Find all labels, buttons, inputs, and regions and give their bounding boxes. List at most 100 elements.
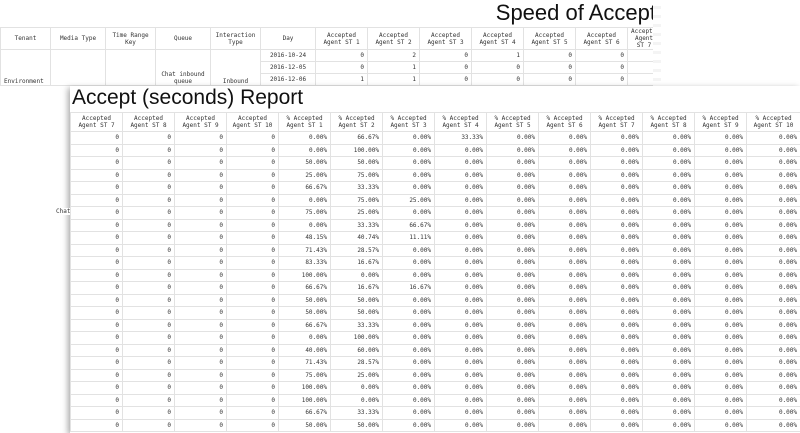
front-header-row: Accepted Agent ST 7 Accepted Agent ST 8 Ac… [70, 112, 800, 132]
table-cell: 0 [122, 306, 175, 320]
table-cell: 0.00% [746, 206, 800, 220]
table-cell: 0.00% [642, 193, 695, 207]
table-cell: 0 [523, 73, 576, 86]
table-cell: 0.00% [694, 231, 747, 245]
table-cell: 0.00% [590, 193, 643, 207]
table-cell: 0 [122, 231, 175, 245]
column-header: Accepted Agent ST 10 [226, 112, 279, 132]
table-row: 0 0 0 0 75.00% 25.00% 0.00% 0.00% 0.00% 0.00% 0.00… [70, 206, 800, 220]
table-cell: 0 [419, 61, 472, 74]
table-cell: 0.00% [746, 168, 800, 182]
time-range-cell [105, 49, 156, 86]
table-cell: 0 [174, 243, 227, 257]
table-cell: 0.00% [278, 143, 331, 157]
table-cell: 0 [174, 406, 227, 420]
column-header: Accepted Agent ST 2 [367, 27, 420, 50]
table-cell: 0.00% [590, 143, 643, 157]
table-cell: 1 [471, 49, 524, 62]
table-cell: 0.00% [746, 281, 800, 295]
table-cell: 0.00% [694, 193, 747, 207]
table-cell: 0 [575, 73, 628, 86]
table-cell: 0 [174, 281, 227, 295]
table-cell: 0.00% [694, 131, 747, 145]
table-cell: 0 [174, 356, 227, 370]
table-cell: 0 [226, 393, 279, 407]
table-cell: 0 [471, 73, 524, 86]
front-table-body: 0 0 0 0 0.00% 66.67% 0.00% 33.33% 0.00% 0.00% 0.00… [70, 131, 800, 432]
tenant-cell: Environment [0, 49, 51, 86]
table-cell: 0.00% [694, 218, 747, 232]
table-cell: 0.00% [434, 243, 487, 257]
table-cell: 0.00% [486, 143, 539, 157]
table-cell: 0.00% [382, 181, 435, 195]
table-cell: 0.00% [746, 343, 800, 357]
table-cell: 0.00% [382, 331, 435, 345]
table-cell: 0 [174, 256, 227, 270]
table-cell: 0.00% [278, 331, 331, 345]
column-header: Queue [155, 27, 211, 50]
table-cell: 0.00% [694, 206, 747, 220]
table-cell: 0 [226, 143, 279, 157]
table-row: 0 0 0 0 0.00% 100.00% 0.00% 0.00% 0.00% 0.00% 0.00… [70, 143, 800, 157]
table-cell: 0.00% [434, 181, 487, 195]
table-cell: 0.00% [642, 393, 695, 407]
back-header-row: Tenant Media Type Time Range Key Queue Inter… [0, 27, 661, 50]
table-cell: 0.00% [486, 356, 539, 370]
table-cell: 0 [174, 181, 227, 195]
front-report-page: Accept (seconds) Report Accepted Agent S… [56, 86, 800, 433]
table-cell: 0 [70, 306, 123, 320]
table-row: 0 0 0 0 50.00% 50.00% 0.00% 0.00% 0.00% 0.00% 0.00… [70, 418, 800, 432]
table-cell: 0.00% [486, 393, 539, 407]
table-row: 0 0 0 0 83.33% 16.67% 0.00% 0.00% 0.00% 0.00% 0.00… [70, 256, 800, 270]
front-report-table: Accepted Agent ST 7 Accepted Agent ST 8 Ac… [70, 112, 800, 432]
table-cell: 0 [122, 256, 175, 270]
table-cell: 66.67% [382, 218, 435, 232]
table-cell: 16.67% [330, 281, 383, 295]
table-cell: 0 [122, 331, 175, 345]
table-cell: 0 [174, 168, 227, 182]
table-cell: 33.33% [330, 181, 383, 195]
table-cell: 0 [122, 181, 175, 195]
column-header: % Accepted Agent ST 10 [746, 112, 800, 132]
table-cell: 0 [226, 331, 279, 345]
table-cell: 0 [174, 143, 227, 157]
table-cell: 0 [471, 61, 524, 74]
table-cell: 0 [70, 131, 123, 145]
table-cell: 0.00% [382, 131, 435, 145]
table-cell: 0.00% [694, 168, 747, 182]
column-header: Accepted Agent ST 6 [575, 27, 628, 50]
column-header: Accepted Agent ST 1 [315, 27, 368, 50]
table-cell: 16.67% [330, 256, 383, 270]
table-cell: 50.00% [330, 306, 383, 320]
table-cell: 0.00% [538, 318, 591, 332]
table-row: 0 0 0 0 75.00% 25.00% 0.00% 0.00% 0.00% 0.00% 0.00… [70, 368, 800, 382]
table-cell: 0 [70, 368, 123, 382]
table-row: 0 0 0 0 0.00% 33.33% 66.67% 0.00% 0.00% 0.00% 0.00… [70, 218, 800, 232]
table-cell: 0 [174, 331, 227, 345]
table-cell: 0.00% [434, 331, 487, 345]
table-cell: 0 [122, 418, 175, 432]
table-cell: 0 [575, 49, 628, 62]
table-cell: 0.00% [590, 306, 643, 320]
table-cell: 40.74% [330, 231, 383, 245]
table-cell: 0.00% [642, 406, 695, 420]
table-cell: 0 [174, 343, 227, 357]
table-cell: 50.00% [278, 293, 331, 307]
column-header: % Accepted Agent ST 1 [278, 112, 331, 132]
table-cell: 0 [226, 231, 279, 245]
table-cell: 0.00% [538, 281, 591, 295]
table-cell: 0 [70, 256, 123, 270]
table-cell: 0.00% [434, 218, 487, 232]
column-header: % Accepted Agent ST 2 [330, 112, 383, 132]
table-cell: 0.00% [746, 131, 800, 145]
table-cell: 0.00% [486, 293, 539, 307]
table-cell: 0 [174, 293, 227, 307]
table-cell: 0.00% [538, 181, 591, 195]
table-cell: 0.00% [382, 368, 435, 382]
table-cell: 0.00% [590, 206, 643, 220]
table-cell: 0 [70, 393, 123, 407]
column-header: % Accepted Agent ST 7 [590, 112, 643, 132]
table-cell: 0.00% [694, 256, 747, 270]
table-cell: 0.00% [382, 156, 435, 170]
table-cell: 0.00% [538, 256, 591, 270]
